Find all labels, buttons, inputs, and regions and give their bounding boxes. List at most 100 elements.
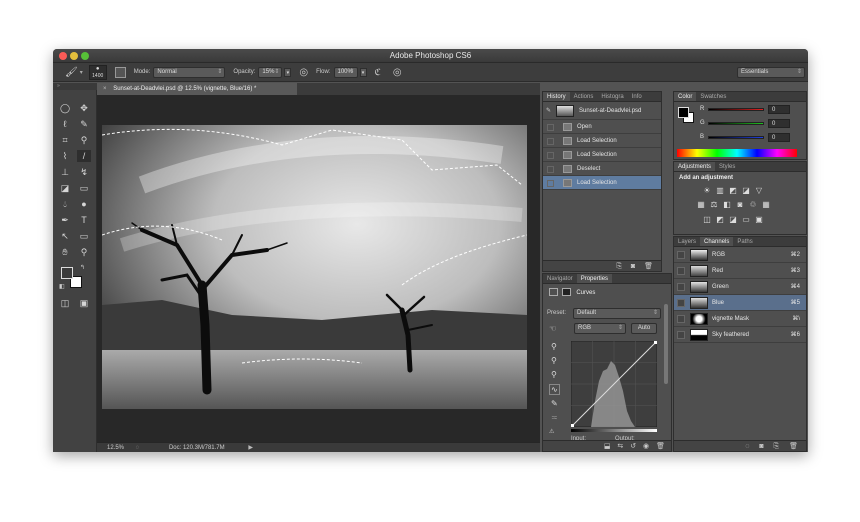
visibility-toggle[interactable] — [677, 267, 685, 275]
default-colors-icon[interactable]: ◧ — [59, 283, 65, 290]
smooth-curve-icon[interactable]: ≍ — [551, 413, 558, 422]
tab-styles[interactable]: Styles — [715, 162, 739, 171]
quick-mask-icon[interactable]: ◫ — [58, 297, 72, 309]
clone-stamp-icon[interactable]: ⊥ — [58, 166, 72, 178]
close-tab-icon[interactable]: × — [103, 86, 107, 92]
channel-row[interactable]: vignette Mask ⌘\ — [674, 311, 806, 327]
brush-tool-active-icon[interactable]: / — [77, 150, 91, 162]
history-item[interactable]: Load Selection — [543, 148, 661, 162]
color-channel-slider[interactable] — [708, 136, 764, 139]
hand-tool-icon[interactable]: ✋︎ — [58, 246, 72, 258]
lasso-tool-icon[interactable]: ℓ — [58, 118, 72, 130]
history-item[interactable]: Load Selection — [543, 134, 661, 148]
eyedropper-tool-icon[interactable]: ⚲ — [77, 134, 91, 146]
threshold-icon[interactable]: ◪ — [728, 215, 738, 224]
save-selection-icon[interactable]: ◙ — [759, 443, 763, 450]
brush-size-picker[interactable]: ● 1400 — [88, 64, 107, 80]
eraser-tool-icon[interactable]: ◪ — [58, 182, 72, 194]
auto-button[interactable]: Auto — [631, 323, 657, 334]
color-channel-value[interactable]: 0 — [768, 133, 790, 142]
marquee-tool-icon[interactable]: ◯ — [58, 102, 72, 114]
pencil-draw-icon[interactable]: ✎ — [551, 399, 558, 408]
color-lookup-icon[interactable]: ▦ — [761, 200, 771, 209]
curve-point-white[interactable] — [654, 341, 657, 344]
history-item[interactable]: Load Selection — [543, 176, 661, 190]
visibility-toggle[interactable] — [677, 251, 685, 259]
screen-mode-icon[interactable]: ▣ — [77, 297, 91, 309]
preset-select[interactable]: Default — [573, 308, 661, 319]
delete-channel-icon[interactable]: 🗑︎ — [789, 443, 798, 450]
move-tool-icon[interactable]: ✥ — [77, 102, 91, 114]
toolbox-collapse-handle[interactable]: » — [53, 83, 97, 90]
levels-icon[interactable]: ▥ — [715, 186, 725, 195]
tab-info[interactable]: Info — [628, 92, 646, 101]
clip-to-layer-icon[interactable]: ⬓ — [604, 443, 611, 450]
mode-select[interactable]: Normal — [153, 66, 226, 78]
black-point-eyedropper-icon[interactable]: ⚲ — [551, 342, 557, 351]
history-checkbox-icon[interactable] — [547, 166, 554, 173]
workspace-select[interactable]: Essentials — [737, 67, 805, 78]
mask-icon[interactable] — [561, 288, 571, 296]
document-tab[interactable]: × Sunset-at-Deadvlei.psd @ 12.5% (vignet… — [97, 83, 297, 95]
brush-panel-icon[interactable] — [114, 66, 126, 78]
zoom-window-button[interactable] — [81, 52, 89, 60]
black-white-icon[interactable]: ◧ — [722, 200, 732, 209]
history-checkbox-icon[interactable] — [547, 138, 554, 145]
dodge-tool-icon[interactable]: ● — [77, 198, 91, 210]
pen-tool-icon[interactable]: ✒ — [58, 214, 72, 226]
gray-point-eyedropper-icon[interactable]: ⚲ — [551, 356, 557, 365]
zoom-tool-icon[interactable]: ⚲ — [77, 246, 91, 258]
tab-swatches[interactable]: Swatches — [696, 92, 730, 101]
shape-tool-icon[interactable]: ▭ — [77, 230, 91, 242]
curves-adjust-icon[interactable]: ◩ — [728, 186, 738, 195]
swap-colors-icon[interactable]: ↰ — [80, 264, 85, 271]
view-previous-icon[interactable]: ⇆ — [617, 443, 623, 450]
flow-arrow-icon[interactable]: ▾ — [359, 67, 367, 77]
tab-color[interactable]: Color — [674, 92, 697, 101]
selective-color-icon[interactable]: ▣ — [754, 215, 764, 224]
posterize-icon[interactable]: ◩ — [715, 215, 725, 224]
vibrance-icon[interactable]: ▽ — [754, 186, 764, 195]
pressure-opacity-icon[interactable]: ◎ — [299, 67, 308, 78]
hue-saturation-icon[interactable]: ▦ — [696, 200, 706, 209]
tab-histogram[interactable]: Histogra — [597, 92, 627, 101]
pressure-size-icon[interactable]: ◎ — [393, 67, 402, 78]
white-point-eyedropper-icon[interactable]: ⚲ — [551, 370, 557, 379]
tab-actions[interactable]: Actions — [570, 92, 598, 101]
visibility-toggle[interactable] — [677, 331, 685, 339]
history-checkbox-icon[interactable] — [547, 124, 554, 131]
foreground-color-swatch[interactable] — [61, 267, 73, 279]
visibility-toggle[interactable] — [677, 283, 685, 291]
tab-layers[interactable]: Layers — [674, 237, 700, 246]
flow-field[interactable]: 100% — [333, 66, 358, 78]
trash-icon[interactable]: 🗑︎ — [644, 263, 653, 270]
gradient-map-icon[interactable]: ▭ — [741, 215, 751, 224]
history-snapshot[interactable]: ✎ Sunset-at-Deadvlei.psd — [543, 102, 661, 120]
image-canvas[interactable] — [102, 125, 527, 409]
color-channel-value[interactable]: 0 — [768, 105, 790, 114]
tab-navigator[interactable]: Navigator — [543, 274, 577, 283]
brightness-contrast-icon[interactable]: ☀ — [702, 186, 712, 195]
color-channel-slider[interactable] — [708, 108, 764, 111]
history-item[interactable]: Deselect — [543, 162, 661, 176]
status-reset-icon[interactable]: ◌ — [136, 445, 140, 451]
channel-row[interactable]: RGB ⌘2 — [674, 247, 806, 263]
color-balance-icon[interactable]: ⚖ — [709, 200, 719, 209]
tab-channels[interactable]: Channels — [700, 237, 734, 246]
color-channel-slider[interactable] — [708, 122, 764, 125]
curve-edit-icon[interactable]: ∿ — [549, 384, 560, 395]
delete-adjustment-icon[interactable]: 🗑︎ — [656, 443, 665, 450]
history-brush-icon[interactable]: ↯ — [77, 166, 91, 178]
gradient-tool-icon[interactable]: ▭ — [77, 182, 91, 194]
airbrush-icon[interactable]: ℭ — [375, 67, 381, 78]
history-brush-source-icon[interactable]: ✎ — [546, 102, 551, 120]
type-tool-icon[interactable]: T — [77, 214, 91, 226]
curve-point-black[interactable] — [571, 424, 574, 427]
brush-tool-icon[interactable]: 🖌︎ — [65, 67, 78, 78]
tab-history[interactable]: History — [543, 92, 570, 101]
zoom-level[interactable]: 12.5% — [107, 445, 124, 451]
photo-filter-icon[interactable]: ◙ — [735, 200, 745, 209]
new-document-from-state-icon[interactable]: ⎘ — [616, 263, 622, 270]
color-channel-value[interactable]: 0 — [768, 119, 790, 128]
quick-select-tool-icon[interactable]: ✎ — [77, 118, 91, 130]
